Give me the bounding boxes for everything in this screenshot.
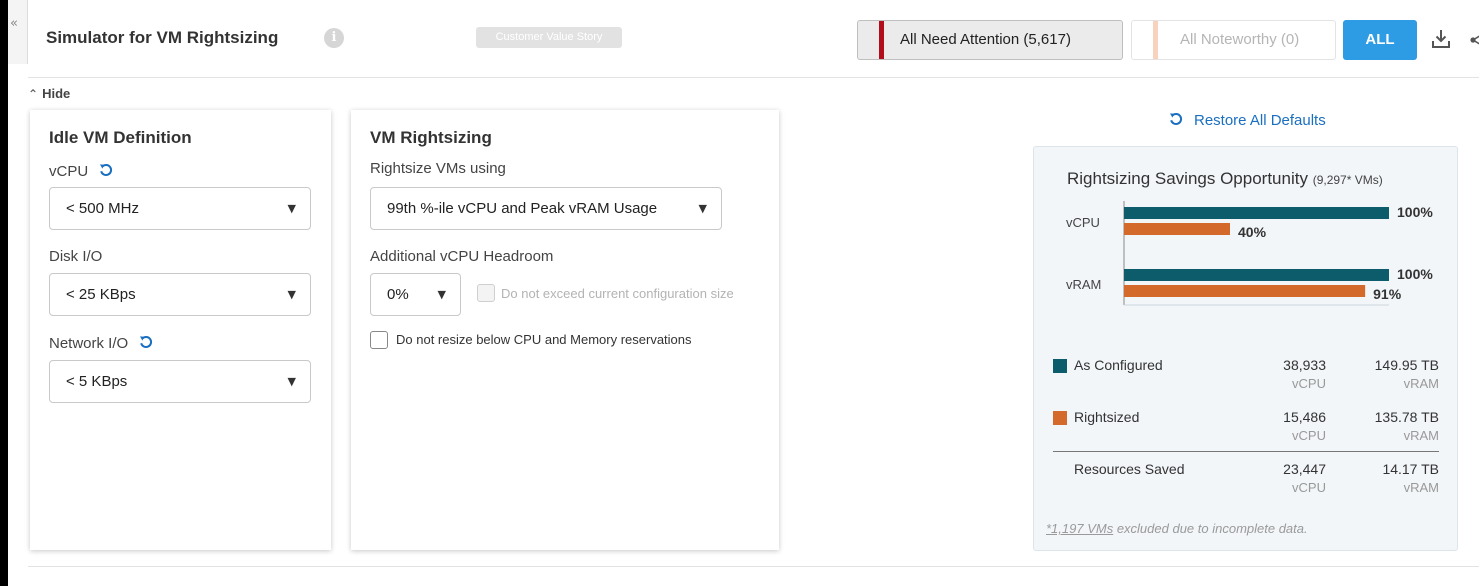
rightsize-using-label: Rightsize VMs using (370, 160, 506, 177)
bar-as-configured-vcpu (1124, 207, 1389, 219)
all-noteworthy-button[interactable]: All Noteworthy (0) (1131, 20, 1336, 60)
as-configured-vcpu-unit: vCPU (1292, 376, 1326, 391)
data-label-as-configured-vcpu: 100% (1397, 204, 1433, 220)
as-configured-vram-unit: vRAM (1403, 376, 1439, 391)
bar-rightsized-vcpu (1124, 223, 1230, 235)
as-configured-label: As Configured (1074, 357, 1163, 373)
disk-io-label: Disk I/O (49, 248, 103, 265)
rightsized-vram-unit: vRAM (1403, 428, 1439, 443)
idle-vm-definition-panel: Idle VM Definition vCPU < 500 MHz ▼ Disk… (30, 110, 331, 550)
data-label-rightsized-vcpu: 40% (1238, 224, 1267, 240)
all-need-attention-button[interactable]: All Need Attention (5,617) (857, 20, 1123, 60)
vm-rightsizing-panel: VM Rightsizing Rightsize VMs using 99th … (351, 110, 779, 550)
headroom-label: Additional vCPU Headroom (370, 248, 554, 265)
share-icon[interactable] (1468, 30, 1479, 50)
category-label-vcpu: vCPU (1066, 215, 1100, 230)
savings-subtitle: (9,297* VMs) (1312, 173, 1383, 187)
idle-vm-title: Idle VM Definition (49, 128, 192, 147)
category-label-vram: vRAM (1066, 277, 1101, 292)
rightsize-using-value: 99th %-ile vCPU and Peak vRAM Usage (387, 200, 658, 217)
savings-bar-chart: vCPU 100% 40% vRAM 100% 91% (1066, 201, 1433, 306)
rightsized-vram: 135.78 TB (1374, 409, 1439, 425)
info-icon[interactable]: i (324, 28, 344, 48)
headroom-select[interactable]: 0% ▼ (370, 273, 461, 316)
chevron-down-icon: ▼ (437, 288, 446, 301)
vcpu-label: vCPU (49, 162, 114, 180)
collapse-sidebar-button[interactable]: « (8, 0, 28, 64)
rightsized-vcpu-unit: vCPU (1292, 428, 1326, 443)
reset-icon (1170, 113, 1183, 125)
customer-value-story-button[interactable]: Customer Value Story (476, 27, 622, 48)
rightsized-vcpu: 15,486 (1283, 409, 1326, 425)
reset-network-icon[interactable] (138, 334, 154, 350)
vm-rightsizing-title: VM Rightsizing (370, 128, 492, 147)
critical-indicator (879, 21, 884, 59)
all-noteworthy-label: All Noteworthy (0) (1180, 31, 1300, 48)
bar-rightsized-vram (1124, 285, 1366, 297)
all-need-attention-label: All Need Attention (5,617) (900, 31, 1071, 48)
vcpu-label-text: vCPU (49, 163, 89, 180)
no-exceed-checkbox[interactable] (477, 284, 495, 302)
rightsized-label: Rightsized (1074, 409, 1140, 425)
no-resize-below-reservations-label: Do not resize below CPU and Memory reser… (396, 332, 692, 347)
chevron-up-icon: ⌃ (28, 87, 39, 101)
data-label-rightsized-vram: 91% (1373, 286, 1402, 302)
resources-saved-vcpu: 23,447 (1283, 461, 1326, 477)
no-exceed-label: Do not exceed current configuration size (501, 286, 734, 301)
chevron-down-icon: ▼ (287, 375, 296, 388)
headroom-select-value: 0% (387, 286, 409, 303)
no-resize-below-reservations-checkbox[interactable] (370, 331, 388, 349)
app-frame: « Simulator for VM Rightsizing i Custome… (8, 0, 1479, 586)
as-configured-vcpu: 38,933 (1283, 357, 1326, 373)
restore-all-defaults-label: Restore All Defaults (1194, 112, 1326, 129)
page-header: Simulator for VM Rightsizing i Customer … (28, 0, 1479, 78)
excluded-vms-text: excluded due to incomplete data. (1113, 521, 1308, 536)
resources-saved-label: Resources Saved (1074, 461, 1185, 477)
network-io-select[interactable]: < 5 KBps ▼ (49, 360, 311, 403)
disk-io-select[interactable]: < 25 KBps ▼ (49, 273, 311, 316)
bar-as-configured-vram (1124, 269, 1389, 281)
hide-toggle[interactable]: ⌃ Hide (28, 86, 70, 101)
network-io-label-text: Network I/O (49, 335, 129, 352)
footer-divider (28, 566, 1479, 567)
restore-all-defaults-link[interactable]: Restore All Defaults (1168, 111, 1326, 129)
disk-io-select-value: < 25 KBps (66, 286, 136, 303)
savings-title: Rightsizing Savings Opportunity (9,297* … (1067, 169, 1383, 189)
rightsizing-savings-card: Rightsizing Savings Opportunity (9,297* … (1033, 146, 1458, 551)
chevron-down-icon: ▼ (287, 288, 296, 301)
rightsize-using-select[interactable]: 99th %-ile vCPU and Peak vRAM Usage ▼ (370, 187, 722, 230)
excluded-vms-footnote: *1,197 VMs excluded due to incomplete da… (1046, 521, 1308, 536)
rightsized-swatch (1053, 411, 1067, 425)
resources-saved-vram: 14.17 TB (1382, 461, 1439, 477)
all-filter-button[interactable]: ALL (1343, 20, 1417, 60)
hide-label: Hide (42, 86, 71, 101)
excluded-vms-link[interactable]: *1,197 VMs (1046, 521, 1113, 536)
download-icon[interactable] (1430, 28, 1452, 50)
savings-title-text: Rightsizing Savings Opportunity (1067, 169, 1308, 188)
table-divider (1053, 451, 1439, 452)
vcpu-select-value: < 500 MHz (66, 200, 139, 217)
reset-vcpu-icon[interactable] (98, 162, 114, 178)
as-configured-swatch (1053, 359, 1067, 373)
data-label-as-configured-vram: 100% (1397, 266, 1433, 282)
network-io-label: Network I/O (49, 334, 154, 352)
chevron-down-icon: ▼ (698, 202, 707, 215)
noteworthy-indicator (1153, 21, 1158, 59)
network-io-select-value: < 5 KBps (66, 373, 128, 390)
vcpu-select[interactable]: < 500 MHz ▼ (49, 187, 311, 230)
resources-saved-vcpu-unit: vCPU (1292, 480, 1326, 495)
resources-saved-vram-unit: vRAM (1403, 480, 1439, 495)
as-configured-vram: 149.95 TB (1374, 357, 1439, 373)
page-title: Simulator for VM Rightsizing (46, 28, 279, 47)
chevron-down-icon: ▼ (287, 202, 296, 215)
